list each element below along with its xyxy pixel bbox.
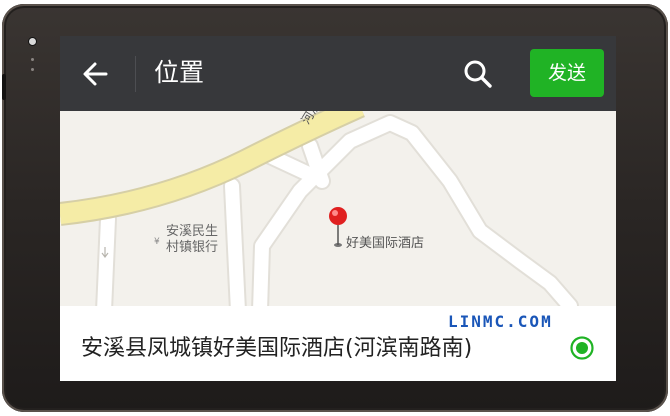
back-button[interactable] [76,54,116,94]
device-dot [31,58,34,61]
top-bar: 位置 发送 [60,36,616,111]
device-dot [31,68,34,71]
device-side-button [2,74,6,100]
back-arrow-icon [83,62,108,86]
location-address: 安溪县凤城镇好美国际酒店(河滨南路南) [81,336,473,361]
radio-selected-icon [570,336,594,360]
bank-symbol: ¥ [154,237,160,247]
page-title: 位置 [154,58,205,87]
send-button[interactable]: 发送 [530,49,604,97]
camera [29,38,36,45]
map-label-bank: 安溪民生 村镇银行 [166,224,219,255]
location-selected-radio[interactable] [570,336,594,360]
device-frame: 位置 发送 河滨 ¥ 安溪民生 村镇银行 好美国际酒店 安溪县凤城镇好美国际酒店… [2,4,668,412]
title-divider [135,56,136,92]
map-canvas: 河滨 ¥ [60,95,616,320]
map-view[interactable]: 河滨 ¥ 安溪民生 村镇银行 好美国际酒店 [60,95,616,320]
search-icon [464,60,492,88]
watermark: LINMC.COM [448,312,553,331]
map-label-hotel: 好美国际酒店 [346,236,425,251]
search-button[interactable] [458,54,498,94]
